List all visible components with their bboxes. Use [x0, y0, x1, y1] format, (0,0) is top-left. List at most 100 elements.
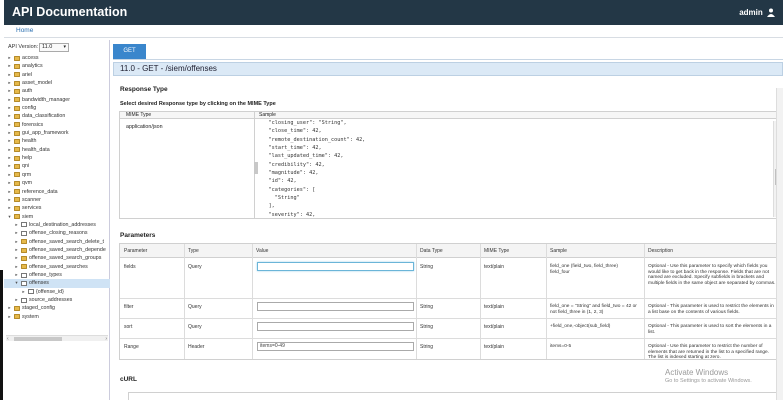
scroll-right-icon[interactable]: ›	[105, 336, 107, 342]
sidebar-item-offense-saved-search-groups[interactable]: ▸ offense_saved_search_groups	[4, 254, 110, 262]
column-divider	[644, 244, 645, 359]
expand-right-icon[interactable]: ▸	[7, 54, 12, 62]
sidebar-item-services[interactable]: ▸ services	[4, 204, 110, 212]
scrollbar-thumb[interactable]	[14, 337, 62, 341]
file-icon	[21, 230, 27, 236]
expand-down-icon[interactable]: ▾	[14, 279, 19, 287]
chevron-down-icon: ▾	[63, 44, 66, 50]
expand-right-icon[interactable]: ▸	[7, 79, 12, 87]
sidebar-item-offense-closing-reasons[interactable]: ▸ offense_closing_reasons	[4, 229, 110, 237]
folder-icon	[14, 88, 20, 94]
param-value-input-filter[interactable]	[257, 302, 414, 311]
sidebar-item-system[interactable]: ▸ system	[4, 313, 110, 321]
expand-right-icon[interactable]: ▸	[7, 196, 12, 204]
expand-right-icon[interactable]: ▸	[14, 263, 19, 271]
expand-right-icon[interactable]: ▸	[7, 71, 12, 79]
param-mime-type: text/plain	[484, 304, 505, 310]
sidebar-item-ariel[interactable]: ▸ ariel	[4, 71, 110, 79]
expand-right-icon[interactable]: ▸	[14, 246, 19, 254]
expand-right-icon[interactable]: ▸	[7, 104, 12, 112]
expand-right-icon[interactable]: ▸	[7, 62, 12, 70]
sidebar-item-offense-saved-search-depende[interactable]: ▸ offense_saved_search_depende	[4, 246, 110, 254]
expand-right-icon[interactable]: ▸	[7, 121, 12, 129]
home-link[interactable]: Home	[16, 27, 33, 34]
sidebar-item-label: siem	[22, 213, 34, 220]
sidebar-item-gui-app-framework[interactable]: ▸ gui_app_framework	[4, 129, 110, 137]
folder-icon	[14, 105, 20, 111]
expand-right-icon[interactable]: ▸	[14, 221, 19, 229]
param-mime-type: text/plain	[484, 264, 505, 270]
sidebar-item-staged-config[interactable]: ▸ staged_config	[4, 304, 110, 312]
expand-right-icon[interactable]: ▸	[7, 179, 12, 187]
sidebar-item-asset-model[interactable]: ▸ asset_model	[4, 79, 110, 87]
expand-right-icon[interactable]: ▸	[14, 238, 19, 246]
sidebar-item-offense-saved-search-delete-t[interactable]: ▸ offense_saved_search_delete_t	[4, 238, 110, 246]
expand-right-icon[interactable]: ▸	[14, 254, 19, 262]
sidebar-item-offense-types[interactable]: ▸ offense_types	[4, 271, 110, 279]
expand-right-icon[interactable]: ▸	[7, 146, 12, 154]
expand-right-icon[interactable]: ▸	[7, 96, 12, 104]
mime-type-option[interactable]: application/json	[126, 124, 163, 130]
sidebar-item-label: offense_saved_search_depende	[29, 246, 106, 253]
expand-right-icon[interactable]: ▸	[7, 171, 12, 179]
expand-right-icon[interactable]: ▸	[7, 154, 12, 162]
param-data-type: String	[420, 304, 434, 310]
sidebar-item-offense-saved-searches[interactable]: ▸ offense_saved_searches	[4, 263, 110, 271]
sidebar-item-qvm[interactable]: ▸ qvm	[4, 179, 110, 187]
param-value-input-sort[interactable]	[257, 322, 414, 331]
param-value-input-fields[interactable]	[257, 262, 414, 271]
sidebar-item-auth[interactable]: ▸ auth	[4, 87, 110, 95]
expand-right-icon[interactable]: ▸	[7, 188, 12, 196]
sidebar-item-offense-id[interactable]: ▸ {offense_id}	[4, 288, 110, 296]
column-divider	[184, 244, 185, 359]
expand-right-icon[interactable]: ▸	[7, 112, 12, 120]
sidebar-item-siem[interactable]: ▾ siem	[4, 213, 110, 221]
sidebar-item-help[interactable]: ▸ help	[4, 154, 110, 162]
page-scrollbar[interactable]	[776, 88, 783, 400]
tab-get[interactable]: GET	[113, 44, 146, 59]
expand-right-icon[interactable]: ▸	[14, 296, 19, 304]
sidebar-item-analytics[interactable]: ▸ analytics	[4, 62, 110, 70]
row-divider	[120, 298, 782, 299]
sidebar-item-config[interactable]: ▸ config	[4, 104, 110, 112]
expand-right-icon[interactable]: ▸	[7, 87, 12, 95]
sidebar-item-health-data[interactable]: ▸ health_data	[4, 146, 110, 154]
param-value-input-range[interactable]: items=0-49	[257, 342, 414, 351]
expand-right-icon[interactable]: ▸	[7, 129, 12, 137]
expand-right-icon[interactable]: ▸	[7, 313, 12, 321]
parameters-table: Parameter Type Value Data Type MIME Type Samp…	[119, 243, 783, 360]
scroll-left-icon[interactable]: ‹	[7, 336, 9, 342]
expand-right-icon[interactable]: ▸	[14, 229, 19, 237]
sidebar-item-source-addresses[interactable]: ▸ source_addresses	[4, 296, 110, 304]
endpoint-title: 11.0 - GET - /siem/offenses	[113, 62, 783, 76]
sidebar-item-qrm[interactable]: ▸ qrm	[4, 171, 110, 179]
data-type-col-header: Data Type	[420, 248, 443, 254]
api-tree: ▸ access ▸ analytics ▸ ariel ▸ asset_model ▸ auth…	[4, 54, 110, 321]
sidebar-item-health[interactable]: ▸ health	[4, 137, 110, 145]
sidebar-item-local-destination-addresses[interactable]: ▸ local_destination_addresses	[4, 221, 110, 229]
api-version-select[interactable]: 11.0 ▾	[39, 43, 69, 52]
expand-down-icon[interactable]: ▾	[7, 213, 12, 221]
sidebar-item-label: qvm	[22, 180, 33, 187]
expand-right-icon[interactable]: ▸	[7, 162, 12, 170]
sidebar-item-forensics[interactable]: ▸ forensics	[4, 121, 110, 129]
sample-col-header: Sample	[550, 248, 567, 254]
sidebar-horizontal-scrollbar[interactable]: ‹ ›	[6, 335, 108, 342]
sidebar-item-label: source_addresses	[29, 296, 73, 303]
sidebar-item-reference-data[interactable]: ▸ reference_data	[4, 188, 110, 196]
sidebar-item-data-classification[interactable]: ▸ data_classification	[4, 112, 110, 120]
sidebar-item-qni[interactable]: ▸ qni	[4, 162, 110, 170]
expand-right-icon[interactable]: ▸	[7, 137, 12, 145]
folder-icon	[14, 197, 20, 203]
sidebar-item-bandwidth-manager[interactable]: ▸ bandwidth_manager	[4, 96, 110, 104]
expand-right-icon[interactable]: ▸	[7, 304, 12, 312]
sidebar-item-label: auth	[22, 88, 33, 95]
sidebar-item-scanner[interactable]: ▸ scanner	[4, 196, 110, 204]
user-menu[interactable]: admin	[739, 8, 775, 17]
sidebar-item-offenses[interactable]: ▾ offenses	[4, 279, 110, 288]
sidebar-item-access[interactable]: ▸ access	[4, 54, 110, 62]
folder-icon	[14, 155, 20, 161]
expand-right-icon[interactable]: ▸	[21, 288, 26, 296]
expand-right-icon[interactable]: ▸	[14, 271, 19, 279]
expand-right-icon[interactable]: ▸	[7, 204, 12, 212]
